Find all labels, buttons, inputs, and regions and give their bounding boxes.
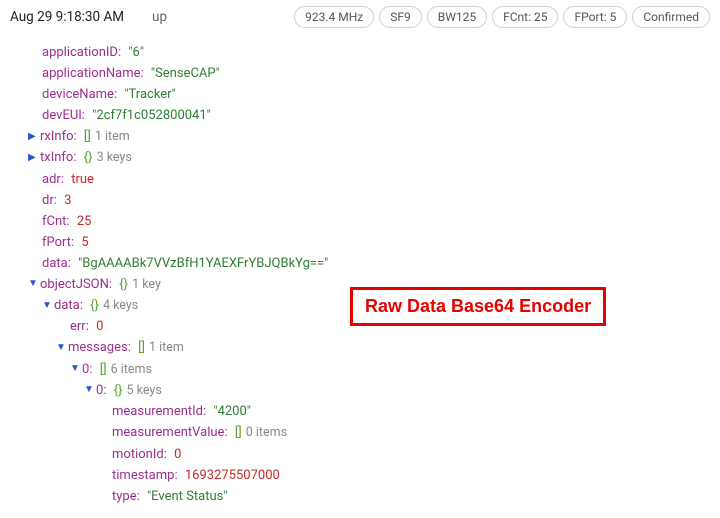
brace-icon: {} xyxy=(114,383,123,398)
header-pills: 923.4 MHz SF9 BW125 FCnt: 25 FPort: 5 Co… xyxy=(294,6,710,28)
value-devEUI: "2cf7f1c052800041" xyxy=(92,108,211,123)
brace-icon: {} xyxy=(84,150,93,165)
key-fPort: fPort xyxy=(42,235,71,250)
value-fCnt: 25 xyxy=(77,214,92,229)
key-measurementValue: measurementValue xyxy=(112,425,224,440)
meta-objectJSON: 1 key xyxy=(132,277,161,292)
caret-oj-data[interactable] xyxy=(42,298,52,314)
event-header: Aug 29 9:18:30 AM up 923.4 MHz SF9 BW125… xyxy=(0,0,720,32)
key-timestamp: timestamp xyxy=(112,468,174,483)
meta-oj-data: 4 keys xyxy=(103,298,138,313)
header-direction: up xyxy=(152,9,167,25)
key-devEUI: devEUI xyxy=(42,108,82,123)
key-applicationID: applicationID xyxy=(42,45,118,60)
brace-icon: {} xyxy=(119,277,128,292)
value-type: "Event Status" xyxy=(147,489,228,504)
key-deviceName: deviceName xyxy=(42,87,114,102)
callout-raw-data: Raw Data Base64 Encoder xyxy=(350,287,606,326)
key-oj-data: data xyxy=(54,298,80,313)
caret-m0[interactable] xyxy=(70,361,80,377)
meta-rxInfo: 1 item xyxy=(95,129,130,144)
caret-messages[interactable] xyxy=(56,340,66,356)
pill-frequency: 923.4 MHz xyxy=(294,6,374,28)
header-timestamp: Aug 29 9:18:30 AM xyxy=(10,9,124,25)
meta-m0: 6 items xyxy=(111,362,152,377)
caret-objectJSON[interactable] xyxy=(28,276,38,292)
key-messages: messages xyxy=(68,340,128,355)
value-applicationID: "6" xyxy=(128,45,144,60)
bracket-icon: [] xyxy=(100,362,107,377)
value-measurementId: "4200" xyxy=(213,404,251,419)
key-dr: dr xyxy=(42,193,54,208)
key-adr: adr xyxy=(42,172,61,187)
meta-measurementValue: 0 items xyxy=(246,425,287,440)
value-dr: 3 xyxy=(64,193,71,208)
key-rxInfo: rxInfo xyxy=(40,129,74,144)
value-timestamp: 1693275507000 xyxy=(185,468,280,483)
key-applicationName: applicationName xyxy=(42,66,141,81)
key-data: data xyxy=(42,256,68,271)
key-type: type xyxy=(112,489,137,504)
value-data-base64: "BgAAAABk7VVzBfH1YAEXFrYBJQBkYg==" xyxy=(78,256,328,271)
bracket-icon: [] xyxy=(138,340,145,355)
meta-messages: 1 item xyxy=(149,340,184,355)
key-txInfo: txInfo xyxy=(40,150,73,165)
key-err: err xyxy=(70,319,86,334)
key-measurementId: measurementId xyxy=(112,404,203,419)
bracket-icon: [] xyxy=(84,129,91,144)
brace-icon: {} xyxy=(90,298,99,313)
value-err: 0 xyxy=(96,319,103,334)
caret-rxInfo[interactable] xyxy=(28,129,38,145)
bracket-icon: [] xyxy=(235,425,242,440)
caret-txInfo[interactable] xyxy=(28,150,38,166)
key-motionId: motionId xyxy=(112,447,164,462)
value-deviceName: "Tracker" xyxy=(124,87,176,102)
value-fPort: 5 xyxy=(81,235,88,250)
meta-m00: 5 keys xyxy=(127,383,162,398)
meta-txInfo: 3 keys xyxy=(97,150,132,165)
json-tree: applicationID: "6" applicationName: "Sen… xyxy=(0,32,720,507)
value-applicationName: "SenseCAP" xyxy=(151,66,220,81)
pill-fport: FPort: 5 xyxy=(563,6,627,28)
key-objectJSON: objectJSON xyxy=(40,277,109,292)
pill-fcnt: FCnt: 25 xyxy=(492,6,558,28)
caret-m00[interactable] xyxy=(84,382,94,398)
pill-sf: SF9 xyxy=(379,6,422,28)
value-motionId: 0 xyxy=(174,447,181,462)
pill-bw: BW125 xyxy=(427,6,487,28)
value-adr: true xyxy=(71,172,94,187)
pill-confirmed: Confirmed xyxy=(632,6,710,28)
key-fCnt: fCnt xyxy=(42,214,66,229)
